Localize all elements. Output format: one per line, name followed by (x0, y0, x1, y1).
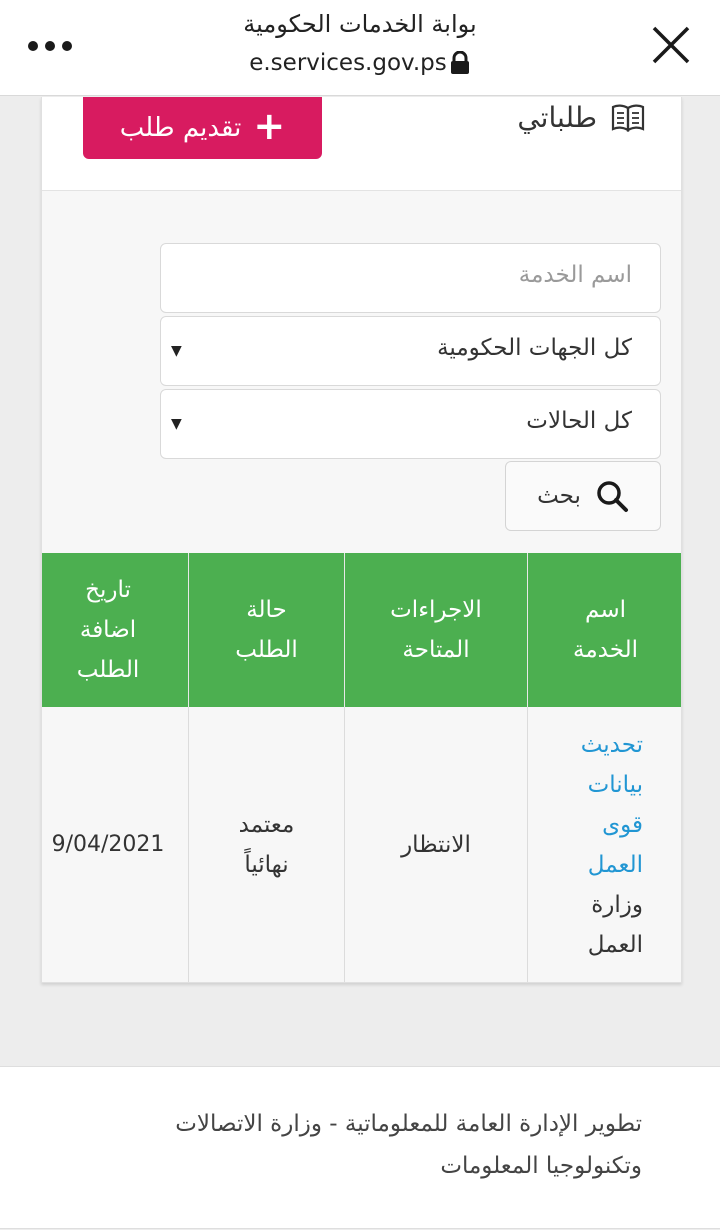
footer: تطوير الإدارة العامة للمعلوماتية - وزارة… (0, 1066, 720, 1229)
browser-url-bar[interactable]: e.services.gov.ps (150, 50, 570, 76)
service-link-line2: بيانات (587, 772, 643, 798)
agency-select[interactable]: كل الجهات الحكومية ▼ (160, 316, 661, 386)
table-row: تحديث بيانات قوى العمل وزارة العمل الانت… (42, 707, 681, 982)
header-actions-line1: الاجراءات (390, 597, 482, 623)
header-service-name-line1: اسم (585, 597, 626, 623)
plus-icon: + (253, 104, 286, 148)
footer-line2: وتكنولوجيا المعلومات (440, 1153, 642, 1179)
my-requests-label: طلباتي (517, 101, 597, 134)
more-icon[interactable] (28, 36, 76, 56)
header-date-line3: الطلب (76, 657, 140, 683)
service-link-line3: قوى (602, 812, 643, 838)
status-select[interactable]: كل الحالات ▼ (160, 389, 661, 459)
panel-header: تقديم طلب + طلباتي (42, 97, 681, 191)
header-actions-line2: المتاحة (402, 637, 470, 663)
header-date-line1: تاريخ (85, 577, 131, 603)
service-name-placeholder: اسم الخدمة (518, 262, 632, 288)
caret-down-icon: ▼ (171, 343, 182, 359)
service-link-line1: تحديث (580, 732, 643, 758)
service-ministry: وزارة العمل (528, 885, 681, 965)
cell-status: معتمد نهائياً (188, 707, 344, 982)
date-value: 9/04/2021 (51, 832, 165, 857)
browser-title: بوابة الخدمات الحكومية (243, 10, 477, 38)
cell-service-name: تحديث بيانات قوى العمل وزارة العمل (527, 707, 681, 982)
browser-bar: بوابة الخدمات الحكومية e.services.gov.ps (0, 0, 720, 96)
status-line1: معتمد (238, 812, 295, 838)
close-icon[interactable] (648, 22, 694, 68)
cell-date: 9/04/2021 (42, 707, 188, 982)
search-button[interactable]: بحث (505, 461, 661, 531)
cell-actions: الانتظار (344, 707, 527, 982)
actions-value: الانتظار (401, 832, 471, 858)
service-link-line4: العمل (587, 852, 643, 878)
my-requests-title: طلباتي (517, 101, 645, 134)
header-service-name: اسم الخدمة (527, 553, 681, 707)
requests-panel: تقديم طلب + طلباتي اسم الخدمة كل الجهات … (41, 97, 682, 983)
search-label: بحث (537, 483, 581, 509)
search-icon (597, 481, 628, 512)
header-status-line1: حالة (246, 597, 287, 623)
table-header: اسم الخدمة الاجراءات المتاحة حالة الطلب … (42, 553, 681, 707)
agency-select-value: كل الجهات الحكومية (437, 335, 632, 361)
footer-line1: تطوير الإدارة العامة للمعلوماتية - وزارة… (175, 1111, 642, 1137)
lock-icon (450, 51, 469, 74)
footer-credit: تطوير الإدارة العامة للمعلوماتية - وزارة… (82, 1103, 642, 1187)
caret-down-icon: ▼ (171, 416, 182, 432)
service-name-input[interactable]: اسم الخدمة (160, 243, 661, 313)
header-actions: الاجراءات المتاحة (344, 553, 527, 707)
service-link[interactable]: تحديث بيانات قوى العمل (528, 725, 681, 885)
status-line2: نهائياً (244, 852, 289, 878)
new-request-button[interactable]: تقديم طلب + (83, 97, 322, 159)
header-status: حالة الطلب (188, 553, 344, 707)
ministry-line2: العمل (587, 932, 643, 958)
header-status-line2: الطلب (235, 637, 298, 663)
url-text: e.services.gov.ps (249, 50, 447, 76)
header-service-name-line2: الخدمة (573, 637, 638, 663)
header-date-line2: اضافة (79, 617, 137, 643)
book-icon (611, 104, 645, 132)
header-date: تاريخ اضافة الطلب (42, 553, 188, 707)
new-request-label: تقديم طلب (119, 113, 242, 143)
ministry-line1: وزارة (591, 892, 643, 918)
status-select-value: كل الحالات (526, 408, 632, 434)
